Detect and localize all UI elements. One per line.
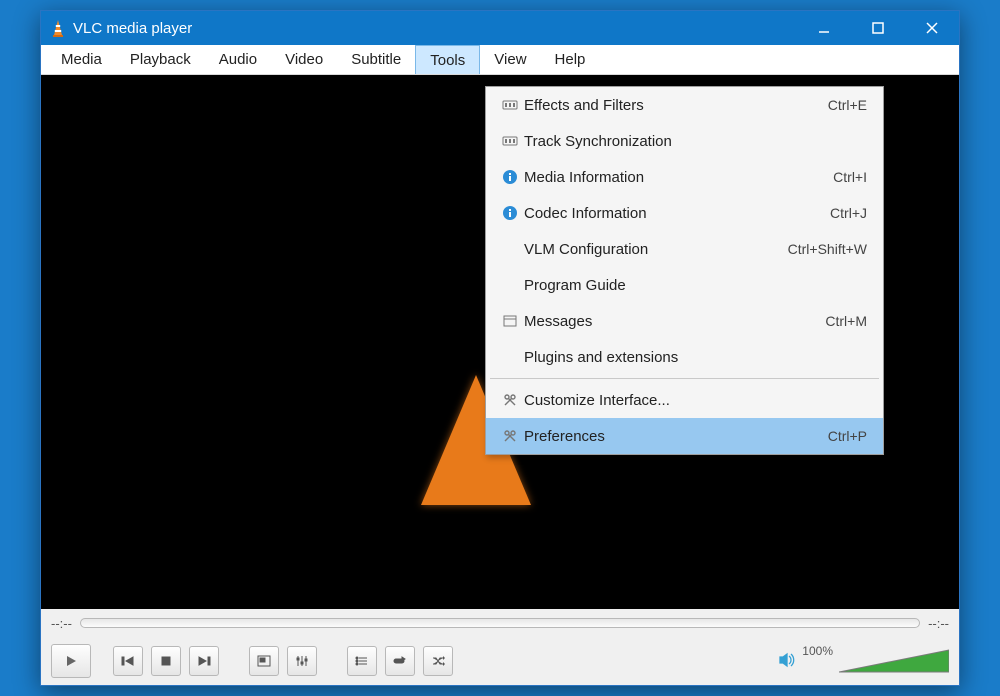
menu-item-label: Codec Information — [524, 205, 830, 222]
menu-video[interactable]: Video — [271, 45, 337, 74]
volume-control[interactable]: 100% — [778, 648, 949, 674]
menu-item-shortcut: Ctrl+J — [830, 205, 873, 221]
time-remaining[interactable]: --:-- — [928, 616, 949, 631]
menu-item-label: Program Guide — [524, 277, 867, 294]
equalizer-icon — [496, 133, 524, 149]
info-icon — [496, 205, 524, 221]
window-icon — [496, 313, 524, 329]
app-window: VLC media player MediaPlaybackAudioVideo… — [40, 10, 960, 686]
volume-label: 100% — [802, 644, 833, 658]
menu-item-codec-information[interactable]: Codec InformationCtrl+J — [486, 195, 883, 231]
equalizer-icon — [496, 97, 524, 113]
menu-item-label: Customize Interface... — [524, 392, 867, 409]
playlist-button[interactable] — [347, 646, 377, 676]
maximize-button[interactable] — [851, 11, 905, 45]
seek-slider[interactable] — [80, 618, 920, 628]
volume-slider[interactable] — [839, 648, 949, 674]
shuffle-button[interactable] — [423, 646, 453, 676]
menu-tools[interactable]: Tools — [415, 45, 480, 74]
extended-settings-button[interactable] — [287, 646, 317, 676]
menu-item-shortcut: Ctrl+I — [833, 169, 873, 185]
menu-item-label: Effects and Filters — [524, 97, 828, 114]
menu-item-shortcut: Ctrl+E — [828, 97, 873, 113]
menu-item-effects-and-filters[interactable]: Effects and FiltersCtrl+E — [486, 87, 883, 123]
menu-item-vlm-configuration[interactable]: VLM ConfigurationCtrl+Shift+W — [486, 231, 883, 267]
menu-item-shortcut: Ctrl+Shift+W — [788, 241, 873, 257]
menu-audio[interactable]: Audio — [205, 45, 271, 74]
menu-item-track-synchronization[interactable]: Track Synchronization — [486, 123, 883, 159]
loop-button[interactable] — [385, 646, 415, 676]
menu-subtitle[interactable]: Subtitle — [337, 45, 415, 74]
menu-media[interactable]: Media — [47, 45, 116, 74]
menu-item-customize-interface[interactable]: Customize Interface... — [486, 382, 883, 418]
stop-button[interactable] — [151, 646, 181, 676]
menu-item-program-guide[interactable]: Program Guide — [486, 267, 883, 303]
fullscreen-button[interactable] — [249, 646, 279, 676]
close-button[interactable] — [905, 11, 959, 45]
play-button[interactable] — [51, 644, 91, 678]
menu-item-plugins-and-extensions[interactable]: Plugins and extensions — [486, 339, 883, 375]
menu-item-label: Media Information — [524, 169, 833, 186]
seek-row: --:-- --:-- — [41, 609, 959, 637]
menu-item-preferences[interactable]: PreferencesCtrl+P — [486, 418, 883, 454]
tools-icon — [496, 392, 524, 408]
menubar: MediaPlaybackAudioVideoSubtitleToolsView… — [41, 45, 959, 75]
menu-item-label: Plugins and extensions — [524, 349, 867, 366]
controls: 100% — [41, 637, 959, 685]
next-button[interactable] — [189, 646, 219, 676]
menu-playback[interactable]: Playback — [116, 45, 205, 74]
window-title: VLC media player — [67, 20, 797, 37]
menu-item-shortcut: Ctrl+P — [828, 428, 873, 444]
vlc-cone-icon — [49, 19, 67, 37]
info-icon — [496, 169, 524, 185]
menu-item-shortcut: Ctrl+M — [825, 313, 873, 329]
tools-menu-dropdown: Effects and FiltersCtrl+E Track Synchroni… — [485, 86, 884, 455]
menu-item-media-information[interactable]: Media InformationCtrl+I — [486, 159, 883, 195]
minimize-button[interactable] — [797, 11, 851, 45]
menu-item-messages[interactable]: MessagesCtrl+M — [486, 303, 883, 339]
window-buttons — [797, 11, 959, 45]
previous-button[interactable] — [113, 646, 143, 676]
menu-item-label: Track Synchronization — [524, 133, 867, 150]
menu-view[interactable]: View — [480, 45, 540, 74]
menu-item-label: VLM Configuration — [524, 241, 788, 258]
speaker-icon — [778, 651, 796, 672]
tools-icon — [496, 428, 524, 444]
menu-help[interactable]: Help — [541, 45, 600, 74]
menu-item-label: Preferences — [524, 428, 828, 445]
titlebar: VLC media player — [41, 11, 959, 45]
menu-item-label: Messages — [524, 313, 825, 330]
time-elapsed[interactable]: --:-- — [51, 616, 72, 631]
